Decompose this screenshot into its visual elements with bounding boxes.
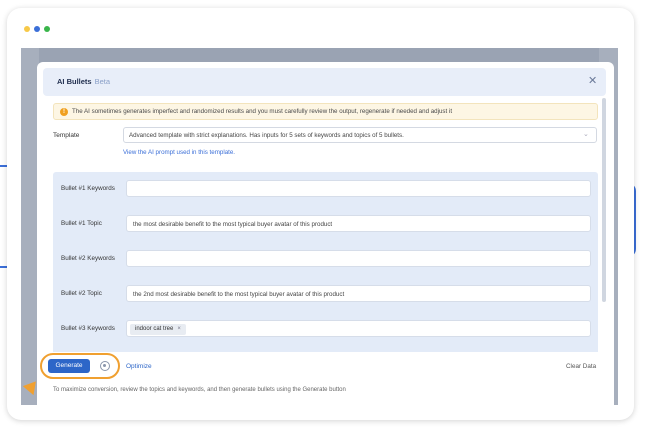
modal-header: AI Bullets Beta ✕ [43, 68, 606, 96]
bullet-row: Bullet #2 Keywords [53, 248, 598, 270]
close-icon[interactable]: ✕ [588, 74, 597, 87]
keyword-tag: indoor cat tree × [130, 324, 186, 335]
alert-icon: ! [60, 108, 68, 116]
optimize-button[interactable]: Optimize [126, 363, 152, 370]
template-select-value: Advanced template with strict explanatio… [129, 132, 404, 139]
template-label: Template [53, 132, 80, 139]
bullet-1-topic-input[interactable]: the most desirable benefit to the most t… [126, 215, 591, 232]
modal-scrollbar[interactable] [602, 98, 606, 302]
bullet-2-topic-input[interactable]: the 2nd most desirable benefit to the mo… [126, 285, 591, 302]
bullet-1-keywords-label: Bullet #1 Keywords [61, 185, 115, 192]
bullet-2-keywords-input[interactable] [126, 250, 591, 267]
modal-title-text: AI Bullets [57, 77, 92, 86]
bullet-row: Bullet #2 Topic the 2nd most desirable b… [53, 283, 598, 305]
bullet-row: Bullet #1 Topic the most desirable benef… [53, 213, 598, 235]
warning-banner: ! The AI sometimes generates imperfect a… [53, 103, 598, 120]
view-prompt-link[interactable]: View the AI prompt used in this template… [123, 149, 235, 156]
footer-hint: To maximize conversion, review the topic… [53, 387, 346, 393]
bullet-3-keywords-label: Bullet #3 Keywords [61, 325, 115, 332]
bullet-1-topic-value: the most desirable benefit to the most t… [133, 221, 333, 228]
generate-button[interactable]: Generate [48, 359, 90, 373]
window-controls [24, 26, 50, 32]
bullet-1-keywords-input[interactable] [126, 180, 591, 197]
window-dot-blue[interactable] [34, 26, 40, 32]
remove-tag-icon[interactable]: × [177, 326, 181, 332]
clear-data-button[interactable]: Clear Data [566, 363, 596, 370]
bullet-2-keywords-label: Bullet #2 Keywords [61, 255, 115, 262]
keyword-tag-text: indoor cat tree [135, 326, 174, 332]
stage: AI Bullets Beta ✕ ! The AI sometimes gene… [0, 0, 650, 439]
bullet-3-keywords-input[interactable]: indoor cat tree × [126, 320, 591, 337]
bullet-1-topic-label: Bullet #1 Topic [61, 220, 102, 227]
window-dot-yellow[interactable] [24, 26, 30, 32]
ai-bullets-modal: AI Bullets Beta ✕ ! The AI sometimes gene… [37, 62, 614, 405]
settings-icon[interactable] [100, 361, 110, 371]
bullet-row: Bullet #3 Keywords indoor cat tree × [53, 318, 598, 340]
beta-badge: Beta [94, 77, 111, 86]
window-dot-green[interactable] [44, 26, 50, 32]
bullet-2-topic-value: the 2nd most desirable benefit to the mo… [133, 291, 345, 298]
bullet-2-topic-label: Bullet #2 Topic [61, 290, 102, 297]
chevron-down-icon: ⌄ [583, 131, 589, 138]
bullet-row: Bullet #1 Keywords [53, 178, 598, 200]
modal-title: AI Bullets Beta [57, 77, 110, 86]
template-select[interactable]: Advanced template with strict explanatio… [123, 127, 597, 143]
modal-footer: Generate Optimize Clear Data To maximize… [37, 352, 614, 405]
browser-window: AI Bullets Beta ✕ ! The AI sometimes gene… [7, 8, 634, 420]
warning-text: The AI sometimes generates imperfect and… [72, 108, 453, 115]
